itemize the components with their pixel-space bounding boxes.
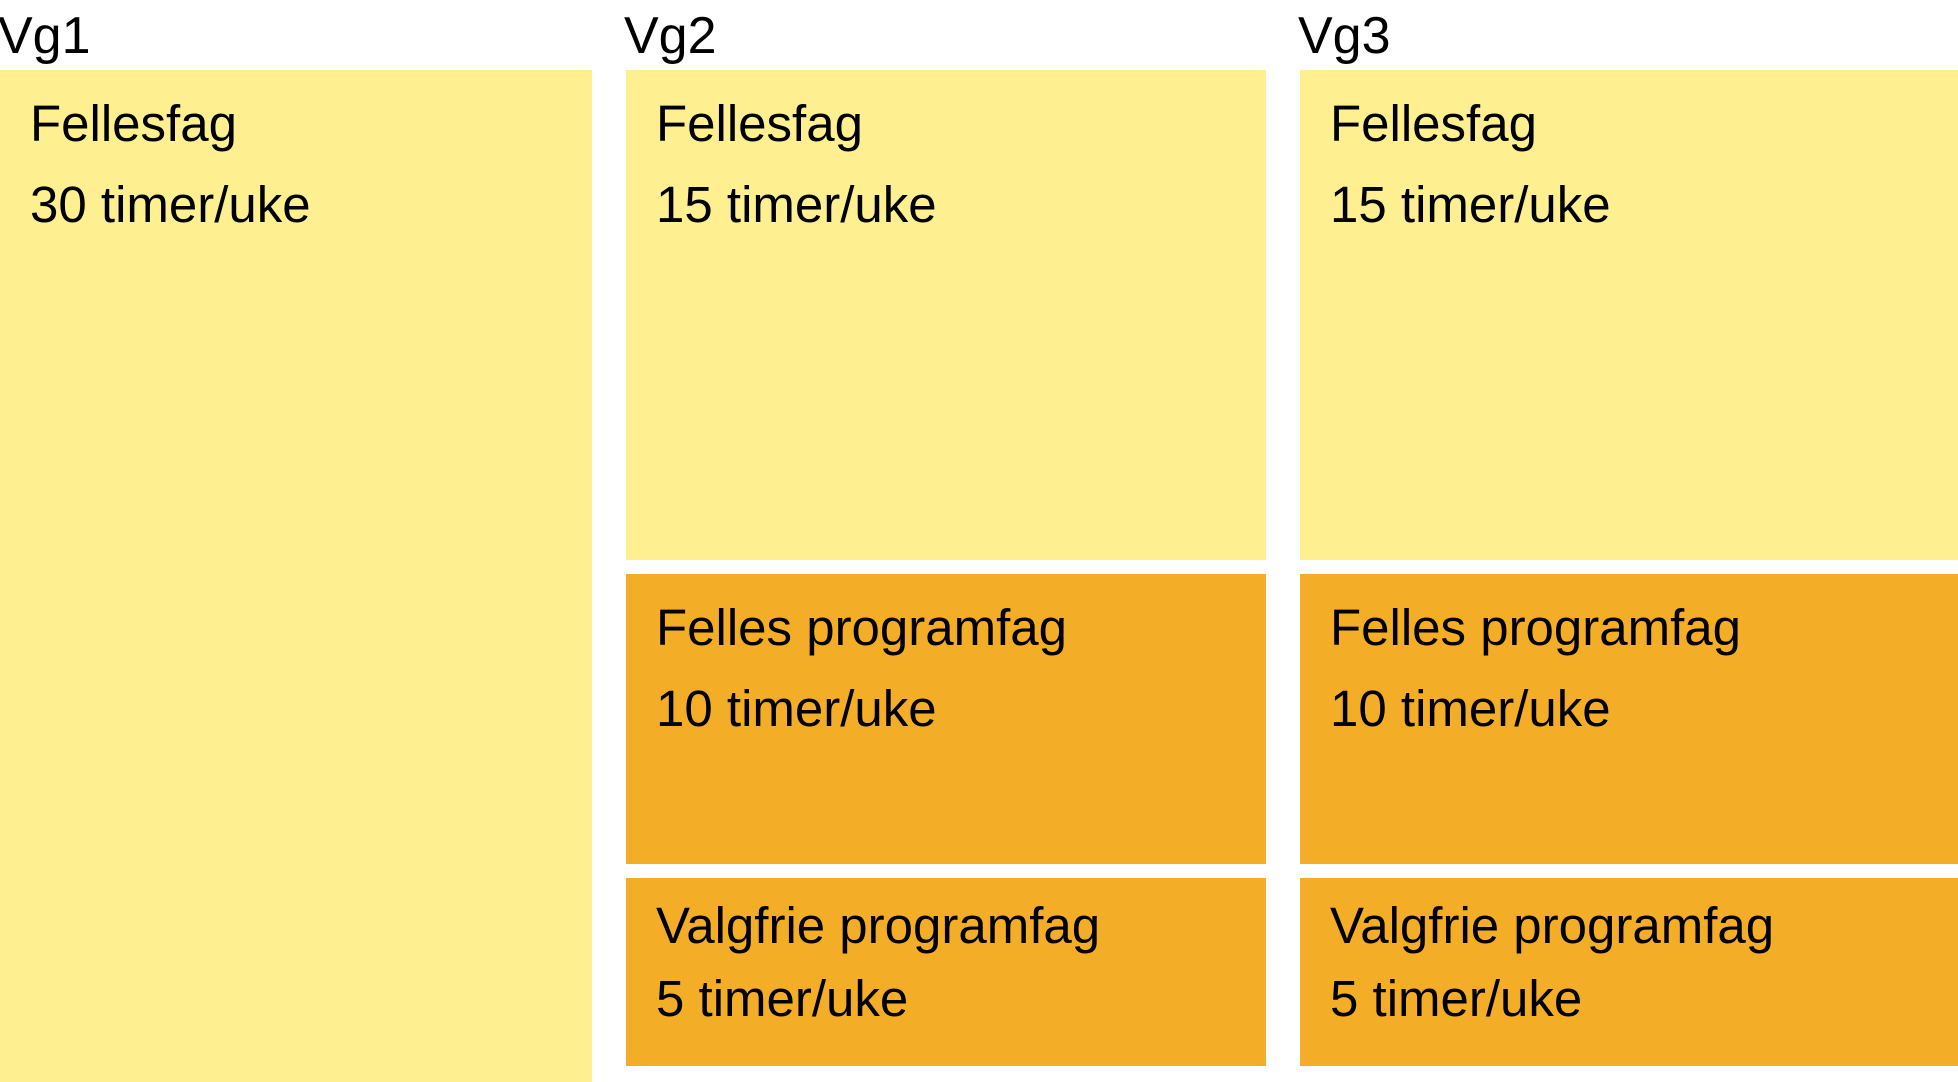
column-gap (592, 0, 626, 1082)
block-valgfrie-programfag: Valgfrie programfag 5 timer/uke (626, 878, 1266, 1066)
block-hours: 10 timer/uke (1330, 683, 1928, 734)
block-felles-programfag: Felles programfag 10 timer/uke (626, 574, 1266, 864)
columns: Vg1 Fellesfag 30 timer/uke Vg2 Fellesfag… (0, 0, 1958, 1082)
block-hours: 15 timer/uke (656, 179, 1236, 230)
column-vg2: Vg2 Fellesfag 15 timer/uke Felles progra… (626, 0, 1266, 1082)
block-hours: 5 timer/uke (1330, 973, 1928, 1024)
block-title: Valgfrie programfag (1330, 900, 1928, 951)
block-fellesfag: Fellesfag 15 timer/uke (626, 70, 1266, 560)
column-vg3: Vg3 Fellesfag 15 timer/uke Felles progra… (1300, 0, 1958, 1082)
block-hours: 15 timer/uke (1330, 179, 1928, 230)
block-title: Fellesfag (1330, 98, 1928, 149)
column-stack: Fellesfag 30 timer/uke (0, 70, 592, 1082)
block-title: Felles programfag (1330, 602, 1928, 653)
column-header: Vg3 (1298, 0, 1958, 70)
column-gap (1266, 0, 1300, 1082)
block-hours: 5 timer/uke (656, 973, 1236, 1024)
block-fellesfag: Fellesfag 15 timer/uke (1300, 70, 1958, 560)
block-title: Fellesfag (30, 98, 562, 149)
block-fellesfag: Fellesfag 30 timer/uke (0, 70, 592, 1082)
block-hours: 10 timer/uke (656, 683, 1236, 734)
column-vg1: Vg1 Fellesfag 30 timer/uke (0, 0, 592, 1082)
block-felles-programfag: Felles programfag 10 timer/uke (1300, 574, 1958, 864)
column-stack: Fellesfag 15 timer/uke Felles programfag… (1300, 70, 1958, 1082)
column-stack: Fellesfag 15 timer/uke Felles programfag… (626, 70, 1266, 1082)
diagram: Vg1 Fellesfag 30 timer/uke Vg2 Fellesfag… (0, 0, 1958, 1082)
column-header: Vg2 (624, 0, 1266, 70)
block-valgfrie-programfag: Valgfrie programfag 5 timer/uke (1300, 878, 1958, 1066)
block-title: Valgfrie programfag (656, 900, 1236, 951)
block-title: Fellesfag (656, 98, 1236, 149)
block-hours: 30 timer/uke (30, 179, 562, 230)
block-title: Felles programfag (656, 602, 1236, 653)
column-header: Vg1 (0, 0, 592, 70)
